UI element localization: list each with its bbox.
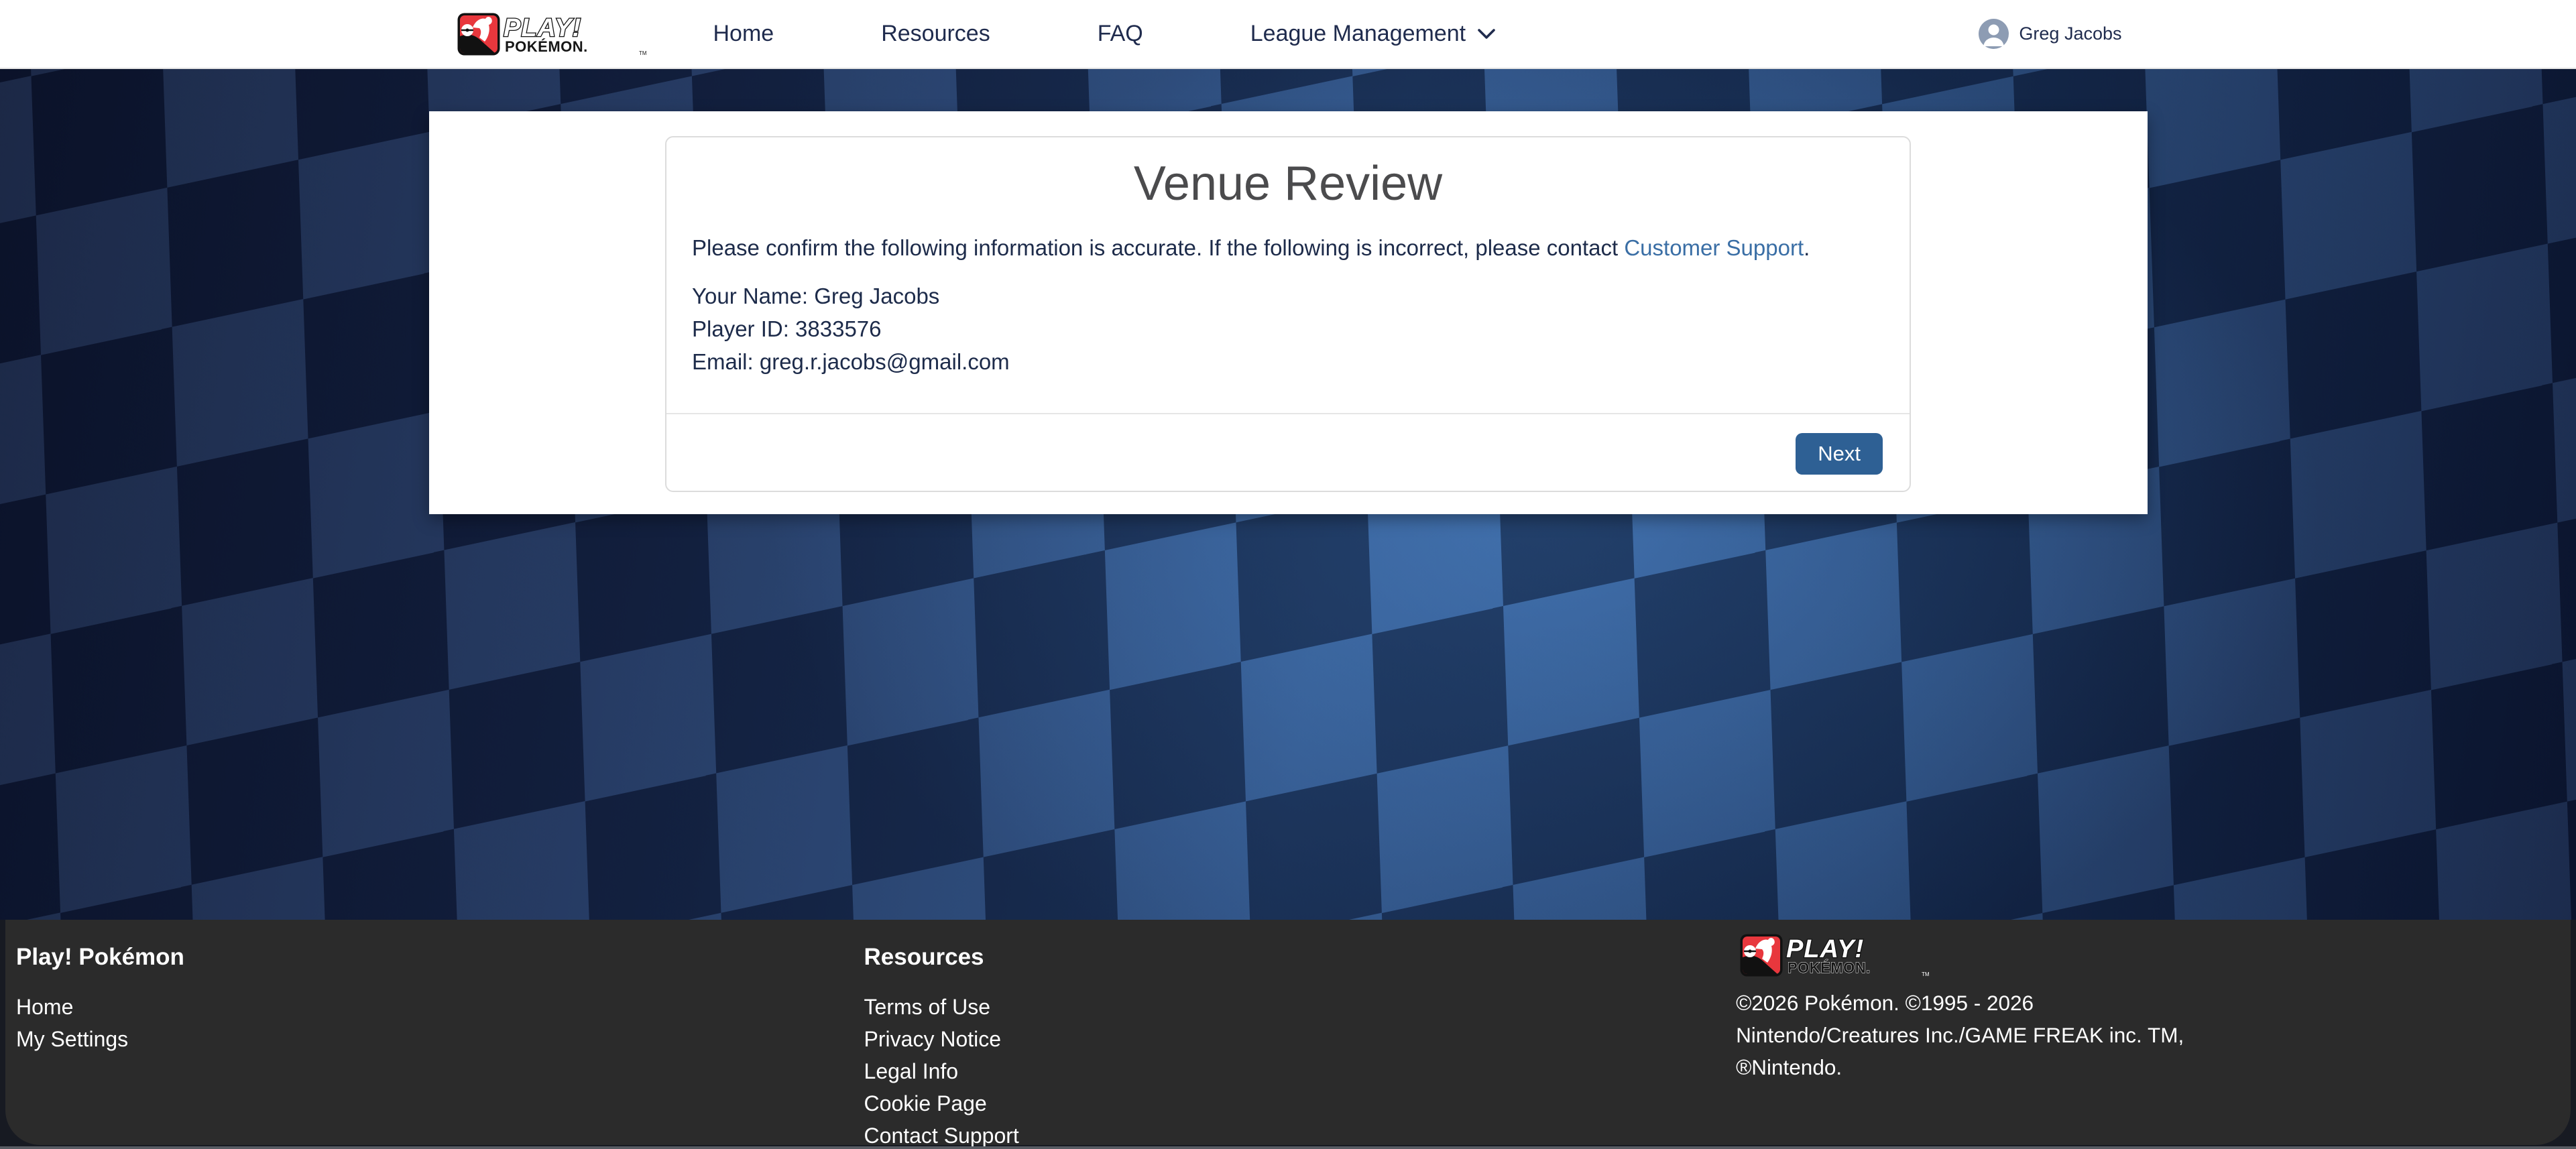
top-nav-bar: PLAY! POKÉMON. TM Home Resources FAQ Lea… [0, 0, 2576, 69]
copyright-line-3: ®Nintendo. [1736, 1051, 2560, 1083]
footer-links-play-pokemon: Home My Settings [16, 991, 864, 1055]
page-footer: Play! Pokémon Home My Settings Resources… [0, 920, 2576, 1149]
play-pokemon-logo-icon: PLAY! POKÉMON. TM [455, 12, 653, 56]
player-name-value: Greg Jacobs [814, 284, 939, 308]
footer-column-resources: Resources Terms of Use Privacy Notice Le… [864, 933, 1712, 1145]
footer-logo-pokemon-text: POKÉMON. [1788, 959, 1871, 976]
footer-column-brand: PLAY! POKÉMON. TM ©2026 Pokémon. ©1995 -… [1712, 933, 2560, 1145]
venue-review-card: Venue Review Please confirm the followin… [665, 136, 1911, 492]
checkered-background: Venue Review Please confirm the followin… [0, 69, 2576, 920]
venue-review-card-body: Venue Review Please confirm the followin… [666, 137, 1910, 378]
nav-item-league-management[interactable]: League Management [1250, 21, 1497, 47]
footer-link-home[interactable]: Home [16, 991, 864, 1023]
player-info-block: Your Name: Greg Jacobs Player ID: 383357… [692, 280, 1884, 378]
customer-support-link[interactable]: Customer Support [1624, 235, 1804, 260]
footer-link-cookie-page[interactable]: Cookie Page [864, 1087, 1712, 1120]
user-avatar-icon [1979, 19, 2009, 49]
chevron-down-icon [1476, 27, 1497, 40]
confirm-instructions-prefix: Please confirm the following information… [692, 235, 1624, 260]
footer-links-resources: Terms of Use Privacy Notice Legal Info C… [864, 991, 1712, 1149]
footer-link-contact-support[interactable]: Contact Support [864, 1120, 1712, 1149]
main-nav: Home Resources FAQ League Management [713, 21, 1497, 47]
card-footer: Next [666, 413, 1910, 491]
nav-item-league-management-label: League Management [1250, 21, 1466, 47]
confirm-instructions-suffix: . [1804, 235, 1810, 260]
footer-logo-tm-text: TM [1922, 971, 1930, 977]
player-name-label: Your Name: [692, 284, 808, 308]
footer-heading-resources: Resources [864, 944, 1712, 971]
next-button[interactable]: Next [1796, 433, 1883, 475]
footer-link-terms-of-use[interactable]: Terms of Use [864, 991, 1712, 1023]
copyright-line-2: Nintendo/Creatures Inc./GAME FREAK inc. … [1736, 1019, 2560, 1051]
player-id-value: 3833576 [795, 316, 881, 341]
play-pokemon-logo[interactable]: PLAY! POKÉMON. TM [455, 12, 653, 56]
footer-panel: Play! Pokémon Home My Settings Resources… [5, 920, 2571, 1145]
player-id-row: Player ID: 3833576 [692, 312, 1884, 345]
logo-tm-text: TM [639, 50, 647, 56]
confirm-instructions: Please confirm the following information… [692, 233, 1884, 263]
nav-item-resources[interactable]: Resources [881, 21, 990, 47]
footer-link-privacy-notice[interactable]: Privacy Notice [864, 1023, 1712, 1055]
footer-link-my-settings[interactable]: My Settings [16, 1023, 864, 1055]
user-menu[interactable]: Greg Jacobs [1979, 19, 2121, 49]
player-email-row: Email: greg.r.jacobs@gmail.com [692, 345, 1884, 378]
footer-play-pokemon-logo-icon: PLAY! POKÉMON. TM [1736, 933, 1937, 977]
page-title: Venue Review [692, 155, 1884, 213]
player-id-label: Player ID: [692, 316, 789, 341]
logo-pokemon-text: POKÉMON. [505, 38, 588, 55]
header-container: PLAY! POKÉMON. TM Home Resources FAQ Lea… [429, 0, 2148, 68]
player-name-row: Your Name: Greg Jacobs [692, 280, 1884, 312]
nav-item-home[interactable]: Home [713, 21, 774, 47]
footer-link-legal-info[interactable]: Legal Info [864, 1055, 1712, 1087]
footer-column-play-pokemon: Play! Pokémon Home My Settings [16, 933, 864, 1145]
copyright-line-1: ©2026 Pokémon. ©1995 - 2026 [1736, 987, 2560, 1019]
content-container: Venue Review Please confirm the followin… [429, 111, 2148, 514]
player-email-label: Email: [692, 349, 754, 374]
copyright-text: ©2026 Pokémon. ©1995 - 2026 Nintendo/Cre… [1736, 987, 2560, 1083]
user-name: Greg Jacobs [2019, 23, 2121, 44]
nav-item-faq[interactable]: FAQ [1098, 21, 1143, 47]
footer-heading-play-pokemon: Play! Pokémon [16, 944, 864, 971]
player-email-value: greg.r.jacobs@gmail.com [760, 349, 1010, 374]
